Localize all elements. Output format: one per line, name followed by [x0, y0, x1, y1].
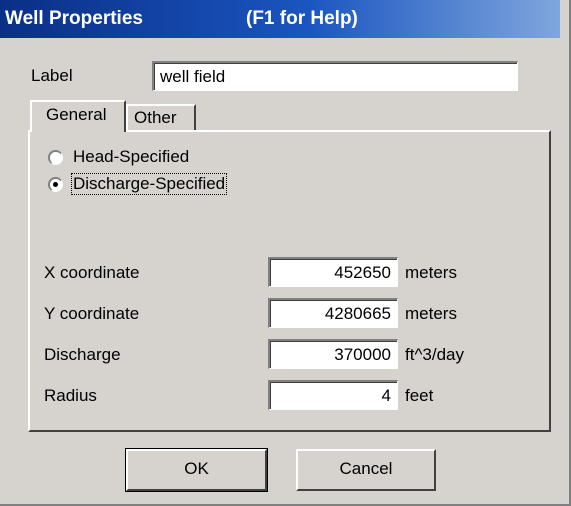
help-hint: (F1 for Help) — [246, 8, 358, 29]
radio-button-selected[interactable] — [48, 177, 63, 192]
discharge-input[interactable]: 370000 — [268, 339, 398, 369]
radio-head-specified[interactable]: Head-Specified — [48, 146, 248, 170]
tab-general-label: General — [46, 105, 107, 124]
discharge-unit: ft^3/day — [405, 345, 465, 364]
tab-other-label: Other — [134, 108, 177, 127]
radius-label: Radius — [44, 386, 97, 405]
label-input[interactable]: well field — [152, 61, 518, 91]
y-coordinate-label: Y coordinate — [44, 304, 140, 323]
radius-input[interactable]: 4 — [268, 380, 398, 410]
radio-button-empty[interactable] — [48, 150, 63, 165]
radio-dot-icon — [53, 182, 58, 187]
label-caption: Label — [31, 66, 73, 85]
x-coordinate-unit: meters — [405, 263, 457, 282]
x-coordinate-label: X coordinate — [44, 263, 140, 282]
cancel-button[interactable]: Cancel — [296, 449, 436, 491]
radio-head-specified-label: Head-Specified — [73, 147, 190, 166]
radio-discharge-specified-label: Discharge-Specified — [70, 173, 228, 195]
y-coordinate-input[interactable]: 4280665 — [268, 298, 398, 328]
x-coordinate-input[interactable]: 452650 — [268, 257, 398, 287]
discharge-label: Discharge — [44, 345, 121, 364]
y-coordinate-unit: meters — [405, 304, 457, 323]
radius-unit: feet — [405, 386, 434, 405]
ok-button[interactable]: OK — [125, 448, 268, 492]
tab-other[interactable]: Other — [126, 104, 196, 130]
title-bar: Well Properties (F1 for Help) — [0, 0, 560, 38]
tab-general[interactable]: General — [30, 100, 126, 132]
well-properties-dialog: Well Properties (F1 for Help) Label well… — [0, 0, 571, 506]
window-title: Well Properties — [5, 8, 143, 29]
radio-discharge-specified[interactable]: Discharge-Specified — [48, 173, 268, 197]
